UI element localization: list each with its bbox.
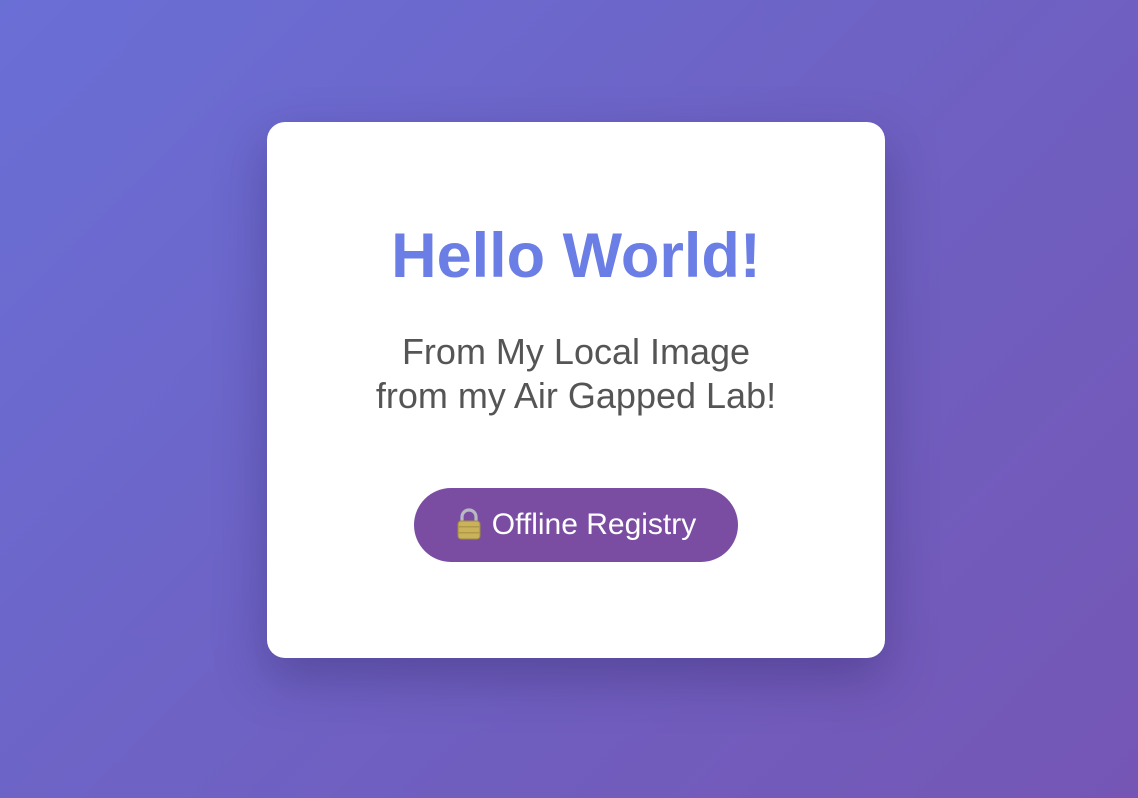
hello-card: Hello World! From My Local Image from my…	[267, 122, 885, 658]
subtitle: From My Local Image from my Air Gapped L…	[267, 330, 885, 418]
subtitle-line-2: from my Air Gapped Lab!	[375, 375, 777, 416]
lock-icon	[456, 507, 482, 541]
badge-label: Offline Registry	[491, 508, 697, 541]
offline-registry-badge: Offline Registry	[414, 488, 738, 562]
page-title: Hello World!	[391, 221, 761, 291]
subtitle-line-1: From My Local Image	[401, 331, 751, 372]
